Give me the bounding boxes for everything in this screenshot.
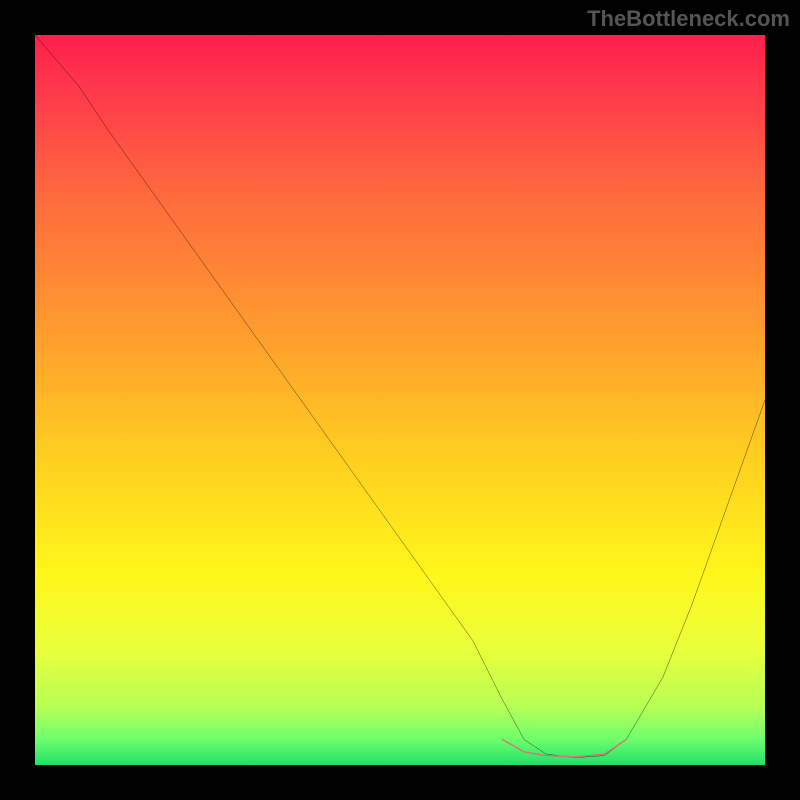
bottleneck-curve <box>35 35 765 758</box>
chart-frame: TheBottleneck.com <box>0 0 800 800</box>
watermark-text: TheBottleneck.com <box>587 6 790 32</box>
optimal-band <box>502 739 626 757</box>
plot-area <box>35 35 765 765</box>
curve-layer <box>35 35 765 765</box>
